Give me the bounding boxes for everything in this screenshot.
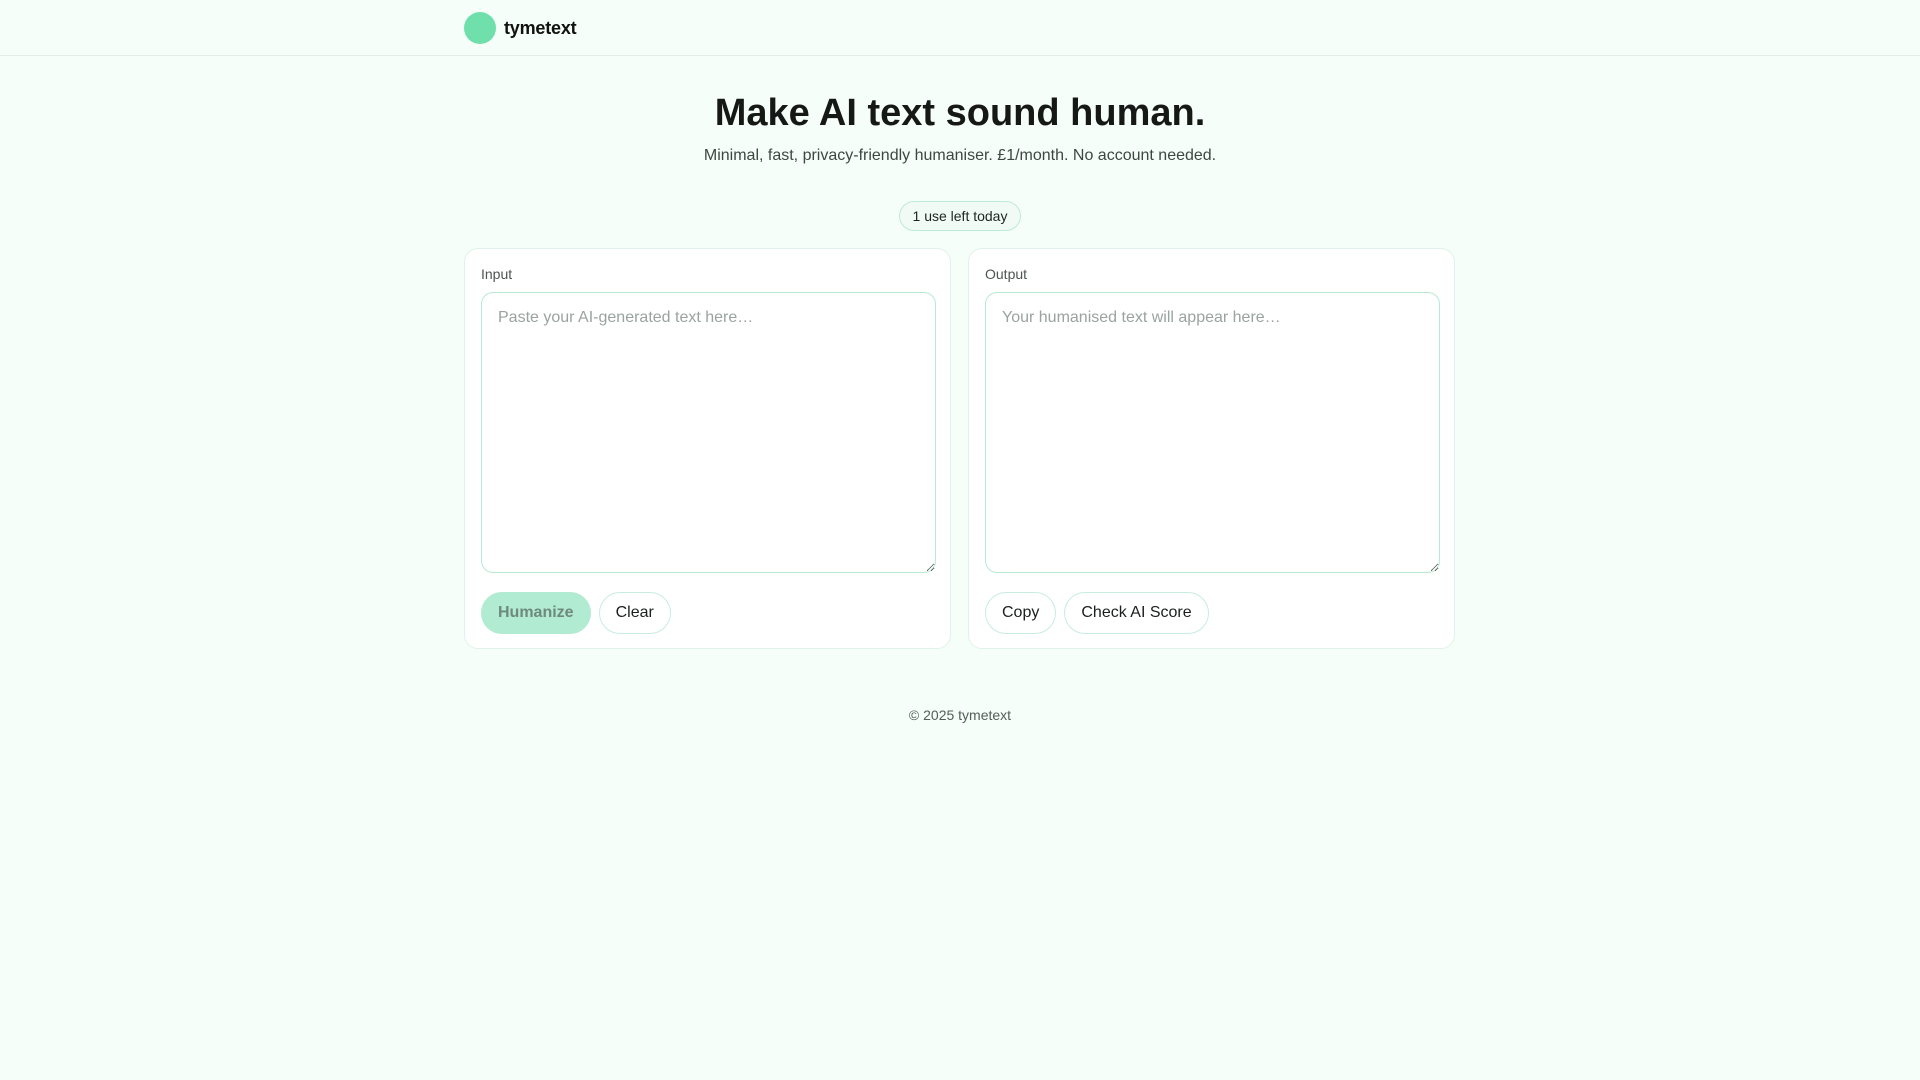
- page-subtitle: Minimal, fast, privacy-friendly humanise…: [703, 147, 1217, 164]
- input-label: Input: [481, 266, 513, 282]
- output-panel: Output Copy Check AI Score: [968, 248, 1455, 649]
- brand[interactable]: tymetext: [464, 12, 577, 44]
- page-title: Make AI text sound human.: [714, 92, 1206, 134]
- output-actions: Copy Check AI Score: [985, 592, 1209, 634]
- usage-badge: 1 use left today: [899, 201, 1021, 231]
- input-panel: Input Humanize Clear: [464, 248, 951, 649]
- input-actions: Humanize Clear: [481, 592, 671, 634]
- footer-text: © 2025 tymetext: [908, 707, 1012, 723]
- top-bar: tymetext: [0, 0, 1920, 56]
- logo-icon: [464, 12, 496, 44]
- brand-name: tymetext: [504, 17, 577, 38]
- output-textarea[interactable]: [985, 292, 1440, 573]
- input-textarea[interactable]: [481, 292, 936, 573]
- output-label: Output: [985, 266, 1028, 282]
- check-ai-score-button[interactable]: Check AI Score: [1064, 592, 1209, 634]
- clear-button[interactable]: Clear: [598, 592, 671, 634]
- humanize-button[interactable]: Humanize: [481, 592, 591, 634]
- copy-button[interactable]: Copy: [985, 592, 1057, 634]
